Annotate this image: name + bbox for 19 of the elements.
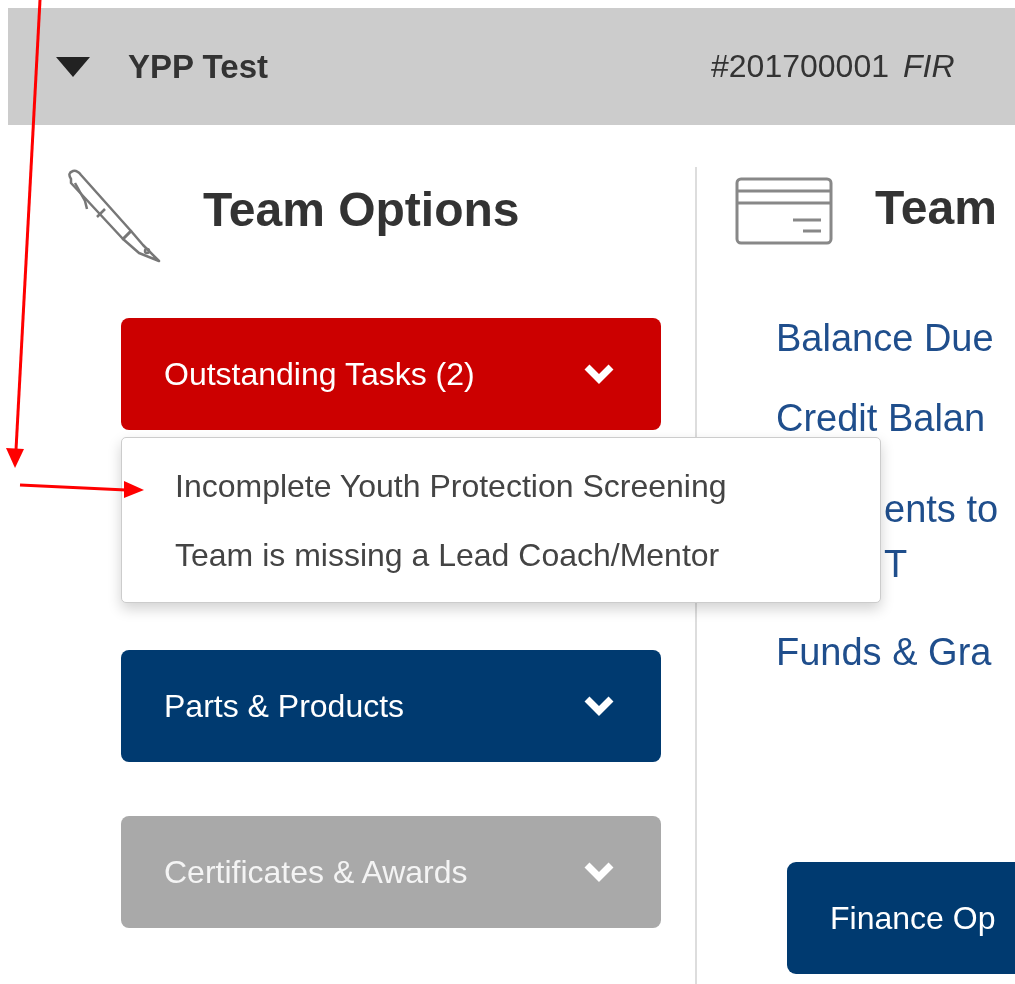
- chevron-down-icon: [583, 861, 615, 883]
- pen-icon: [65, 169, 163, 265]
- menu-item[interactable]: Incomplete Youth Protection Screening: [122, 468, 880, 537]
- team-number: #201700001: [711, 48, 889, 85]
- chevron-down-icon: [583, 363, 615, 385]
- chevron-down-icon: [583, 695, 615, 717]
- section-title: Team: [875, 179, 997, 235]
- menu-item[interactable]: Team is missing a Lead Coach/Mentor: [122, 537, 880, 606]
- finance-link[interactable]: Balance Due: [776, 321, 994, 355]
- finance-link[interactable]: Funds & Gra: [776, 635, 992, 669]
- team-header[interactable]: YPP Test #201700001 FIR: [8, 8, 1015, 125]
- finance-link[interactable]: Credit Balan: [776, 401, 986, 435]
- team-status: FIR: [903, 48, 955, 85]
- section-title: Team Options: [203, 181, 520, 237]
- dropdown-button[interactable]: Outstanding Tasks (2): [121, 318, 661, 430]
- dropdown-button[interactable]: Parts & Products: [121, 650, 661, 762]
- team-name: YPP Test: [128, 47, 268, 86]
- finance-options-button[interactable]: Finance Op: [787, 862, 1015, 974]
- credit-card-icon: [735, 177, 833, 245]
